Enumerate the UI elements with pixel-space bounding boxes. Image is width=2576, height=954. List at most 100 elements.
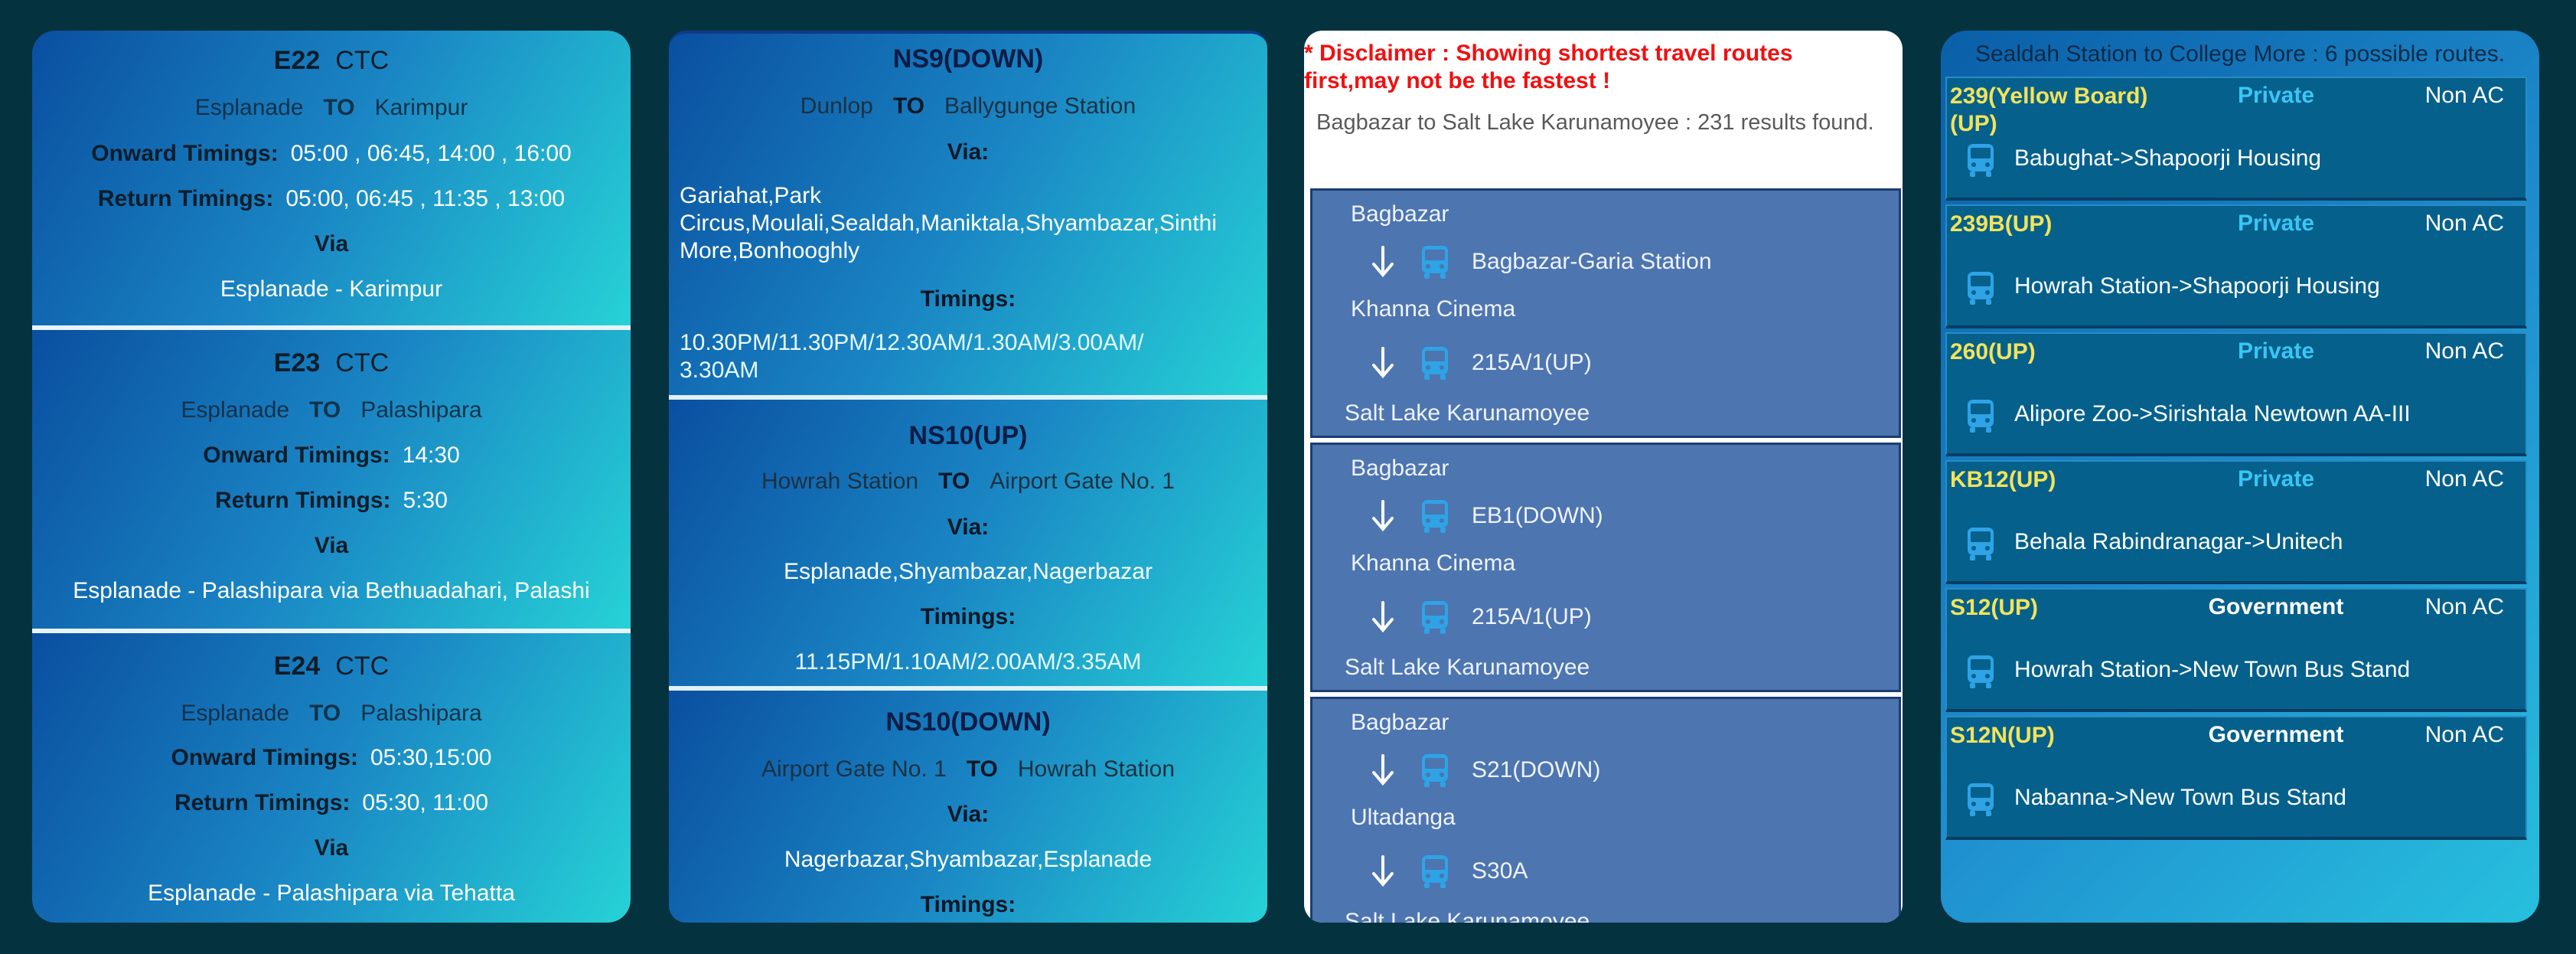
to-word: TO	[892, 93, 924, 119]
stop-name: Ultadanga	[1351, 805, 1456, 830]
stop-name: Khanna Cinema	[1351, 551, 1516, 576]
route-title: E24 CTC	[32, 652, 631, 681]
operator-type: Private	[2237, 83, 2315, 108]
route-number: S12(UP)	[1950, 595, 2039, 620]
ac-status: Non AC	[2424, 722, 2504, 747]
route-leg: Bagbazar-Garia Station	[1366, 243, 1712, 281]
arrow-down-icon	[1372, 601, 1394, 633]
onward-label: Onward Timings:	[203, 443, 390, 468]
operator-type: Private	[2237, 466, 2315, 492]
route-endpoints: Airport Gate No. 1 TO Howrah Station	[669, 756, 1267, 782]
route-result-card[interactable]: Bagbazar S21(DOWN) Ultadanga S30A Salt L…	[1310, 697, 1901, 923]
stop-name: Bagbazar	[1351, 710, 1449, 735]
arrow-down-icon	[1372, 347, 1394, 379]
bus-icon	[1968, 528, 1994, 560]
from-stop: Airport Gate No. 1	[761, 756, 947, 782]
timings-heading: Timings:	[920, 604, 1016, 629]
route-card-e24[interactable]: E24 CTC Esplanade TO Palashipara Onward Tim…	[32, 633, 631, 923]
via-value: Esplanade - Palashipara via Tehatta	[148, 880, 515, 906]
route-endpoints: Dunlop TO Ballygunge Station	[669, 93, 1267, 119]
operator-type: Government	[2208, 594, 2344, 619]
ac-status: Non AC	[2424, 466, 2504, 492]
route-card-e22[interactable]: E22 CTC Esplanade TO Karimpur Onward Timing…	[32, 31, 631, 325]
bus-route-card[interactable]: 239(Yellow Board)(UP) Private Non AC Bab…	[1945, 77, 2527, 201]
return-timings: Return Timings: 05:00, 06:45 , 11:35 , 13…	[32, 186, 631, 212]
onward-value: 05:00 , 06:45, 14:00 , 16:00	[290, 141, 572, 166]
onward-timings: Onward Timings: 05:30,15:00	[32, 745, 631, 771]
route-number: KB12(UP)	[1950, 467, 2056, 492]
stop-name: Khanna Cinema	[1351, 296, 1516, 322]
ac-status: Non AC	[2424, 211, 2504, 236]
from-stop: Howrah Station	[761, 469, 919, 494]
bus-icon	[1968, 655, 1994, 688]
bus-icon	[1422, 754, 1448, 787]
night-route-card-ns10-up[interactable]: NS10(UP) Howrah Station TO Airport Gate No…	[669, 400, 1267, 686]
bus-icon	[1422, 246, 1448, 279]
via-heading: Via	[314, 835, 349, 861]
onward-value: 14:30	[402, 443, 460, 468]
bus-name: 215A/1(UP)	[1472, 604, 1592, 629]
route-result-card[interactable]: Bagbazar EB1(DOWN) Khanna Cinema 215A/1(…	[1310, 443, 1901, 692]
bus-route-card[interactable]: KB12(UP) Private Non AC Behala Rabindran…	[1945, 460, 2527, 584]
via-value: Nagerbazar,Shyambazar,Esplanade	[784, 847, 1153, 872]
night-route-card-ns9-down[interactable]: NS9(DOWN) Dunlop TO Ballygunge Station Via…	[669, 31, 1267, 395]
to-stop: Palashipara	[360, 397, 482, 423]
from-stop: Esplanade	[181, 397, 290, 423]
night-route-card-ns10-down[interactable]: NS10(DOWN) Airport Gate No. 1 TO Howrah St…	[669, 691, 1267, 923]
route-endpoints: Esplanade TO Palashipara	[32, 397, 631, 423]
onward-timings: Onward Timings: 14:30	[32, 443, 631, 469]
route-path: Howrah Station->Shapoorji Housing	[2014, 273, 2380, 299]
to-word: TO	[966, 756, 998, 782]
return-value: 05:30, 11:00	[362, 790, 489, 815]
via-value: Esplanade - Palashipara via Bethuadahari…	[73, 578, 590, 603]
bus-icon	[1422, 855, 1448, 888]
via-heading: Via	[314, 533, 349, 558]
stop-name: Salt Lake Karunamoyee	[1345, 400, 1590, 426]
to-stop: Ballygunge Station	[944, 93, 1136, 119]
bus-name: S21(DOWN)	[1472, 757, 1601, 782]
return-label: Return Timings:	[97, 186, 274, 211]
disclaimer-text: * Disclaimer : Showing shortest travel r…	[1304, 41, 1793, 93]
onward-label: Onward Timings:	[171, 745, 358, 770]
route-number: 239(Yellow Board)(UP)	[1950, 83, 2148, 136]
return-label: Return Timings:	[215, 488, 391, 513]
from-stop: Esplanade	[194, 95, 304, 120]
ac-status: Non AC	[2424, 83, 2504, 108]
route-number: 239B(UP)	[1950, 211, 2053, 237]
bus-icon	[1968, 783, 1994, 816]
timings-heading: Timings:	[920, 286, 1016, 312]
via-value: Gariahat,Park Circus,Moulali,Sealdah,Man…	[680, 183, 1218, 263]
route-endpoints: Esplanade TO Palashipara	[32, 701, 631, 727]
bus-route-card[interactable]: 260(UP) Private Non AC Alipore Zoo->Siri…	[1945, 332, 2527, 456]
route-leg: S30A	[1366, 852, 1528, 890]
stop-name: Salt Lake Karunamoyee	[1345, 655, 1590, 680]
bus-icon	[1422, 347, 1448, 380]
bus-route-card[interactable]: 239B(UP) Private Non AC Howrah Station->…	[1945, 204, 2527, 328]
route-leg: 215A/1(UP)	[1366, 344, 1592, 382]
to-stop: Karimpur	[374, 95, 468, 120]
return-value: 5:30	[403, 488, 448, 513]
route-card-e23[interactable]: E23 CTC Esplanade TO Palashipara Onward Tim…	[32, 330, 631, 629]
route-finder-panel: * Disclaimer : Showing shortest travel r…	[1304, 31, 1903, 923]
onward-value: 05:30,15:00	[370, 745, 492, 770]
operator-type: Private	[2237, 211, 2315, 236]
route-path: Nabanna->New Town Bus Stand	[2014, 785, 2346, 810]
route-endpoints: Esplanade TO Karimpur	[32, 95, 631, 121]
ac-status: Non AC	[2424, 338, 2504, 364]
route-leg: S21(DOWN)	[1366, 751, 1600, 789]
ac-status: Non AC	[2424, 594, 2504, 619]
route-result-card[interactable]: Bagbazar Bagbazar-Garia Station Khanna C…	[1310, 188, 1901, 438]
stop-name: Bagbazar	[1351, 456, 1449, 481]
arrow-down-icon	[1372, 246, 1394, 278]
return-timings: Return Timings: 05:30, 11:00	[32, 790, 631, 816]
ctc-routes-panel: E22 CTC Esplanade TO Karimpur Onward Timing…	[32, 31, 631, 923]
bus-icon	[1968, 272, 1994, 305]
via-value: Esplanade - Karimpur	[220, 276, 443, 302]
to-word: TO	[323, 95, 355, 120]
bus-icon	[1968, 144, 1994, 177]
bus-route-card[interactable]: S12(UP) Government Non AC Howrah Station…	[1945, 588, 2527, 712]
bus-route-card[interactable]: S12N(UP) Government Non AC Nabanna->New …	[1945, 716, 2527, 840]
onward-timings: Onward Timings: 05:00 , 06:45, 14:00 , 16…	[32, 141, 631, 167]
bus-name: 215A/1(UP)	[1472, 350, 1592, 375]
route-path: Babughat->Shapoorji Housing	[2014, 145, 2322, 171]
